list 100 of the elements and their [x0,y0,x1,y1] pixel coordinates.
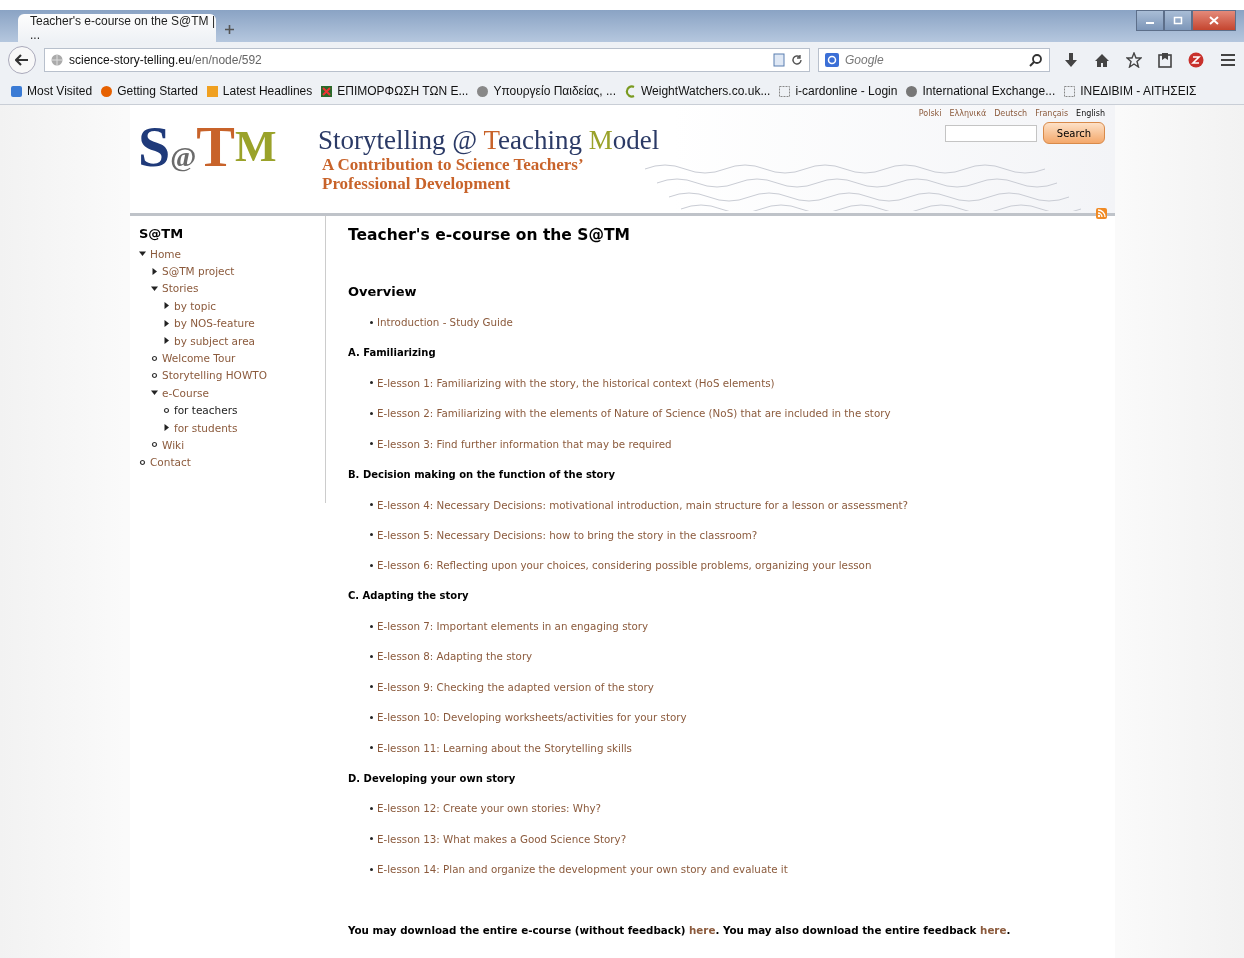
addon-icon[interactable] [1188,52,1204,68]
square-icon [10,84,23,98]
download-icon[interactable] [1064,52,1078,68]
lesson-link[interactable]: E-lesson 5: Necessary Decisions: how to bring the story in the classroom? [377,528,758,541]
circle-icon [100,84,114,98]
cross-icon [320,84,334,98]
crescent-icon [624,84,637,98]
lesson-link[interactable]: E-lesson 8: Adapting the story [377,650,533,663]
bullet-icon [151,371,158,379]
section-heading: D. Developing your own story [348,771,517,786]
nav-link[interactable]: Contact [150,456,191,469]
language-link[interactable]: English [1076,109,1105,118]
bookmark-item[interactable]: International Exchange... [905,84,1056,98]
lesson-link[interactable]: E-lesson 9: Checking the adapted version of the story [377,680,654,693]
star-icon[interactable] [1126,52,1142,68]
browser-tab[interactable]: Teacher's e-course on the S@TM | ... [18,14,216,42]
bookmarks-icon[interactable] [1158,52,1172,68]
lesson-link[interactable]: E-lesson 6: Reflecting upon your choices, considering possible problems, organizing your lesson [377,559,872,572]
nav-link[interactable]: e-Course [162,386,209,399]
close-icon [1209,16,1219,25]
site-logo[interactable]: S@TM [138,117,300,177]
language-link[interactable]: Polski [918,109,942,118]
bookmark-item[interactable]: Latest Headlines [205,84,313,98]
bullet-icon [163,406,170,414]
nav-link[interactable]: Wiki [162,439,185,451]
dashed-square-icon [778,84,792,98]
nav-link[interactable]: Home [150,247,181,260]
lesson-link[interactable]: E-lesson 7: Important elements in an engaging story [377,620,649,633]
maximize-button[interactable] [1164,10,1192,31]
url-text: science-story-telling.eu/en/node/592 [69,53,262,67]
caret-right-icon[interactable] [163,302,170,310]
nav-link[interactable]: S@TM project [162,265,235,278]
bookmark-item[interactable]: Most Visited [10,84,93,98]
caret-right-icon[interactable] [163,424,170,432]
language-link[interactable]: Ελληνικά [949,109,987,118]
circle-icon [476,84,490,98]
nav-link[interactable]: for students [174,421,238,434]
site-subtitle: Professional Development [321,174,512,193]
nav-link[interactable]: by topic [174,299,217,312]
minimize-button[interactable] [1136,10,1164,31]
language-link[interactable]: Deutsch [994,109,1028,118]
nav-link[interactable]: by subject area [174,334,256,347]
circle-icon [905,84,919,98]
lesson-link[interactable]: E-lesson 1: Familiarizing with the story, the historical context (HoS elements) [377,376,775,389]
menu-icon[interactable] [1220,53,1236,67]
sidebar-title: S@TM [139,226,185,241]
bookmark-item[interactable]: ΙΝΕΔΙΒΙΜ - ΑΙΤΗΣΕΙΣ [1063,84,1197,98]
bookmark-item[interactable]: ΕΠΙΜΟΡΦΩΣΗ ΤΩΝ Ε... [320,84,469,98]
maximize-icon [1173,16,1183,25]
lesson-link[interactable]: E-lesson 14: Plan and organize the development your own story and evaluate it [377,863,788,876]
caret-down-icon[interactable] [151,284,158,292]
reload-icon[interactable] [791,54,803,66]
bullet-icon [151,441,158,449]
download-link[interactable]: here [689,924,716,937]
google-icon [825,53,839,67]
search-button[interactable]: Search [1043,122,1105,144]
nav-link[interactable]: Stories [162,282,199,295]
nav-link[interactable]: Storytelling HOWTO [162,369,267,382]
lesson-link[interactable]: Introduction - Study Guide [377,316,513,329]
page-title: Teacher's e-course on the S@TM [348,226,631,244]
nav-link[interactable]: by NOS-feature [174,317,255,330]
bullet-icon [151,354,158,362]
dashed-square-icon [1063,84,1077,98]
lesson-link[interactable]: E-lesson 3: Find further information that may be required [377,437,672,450]
nav-link[interactable]: for teachers [174,404,238,417]
back-arrow-icon [15,54,29,66]
bookmark-item[interactable]: i-cardonline - Login [778,84,898,98]
lesson-link[interactable]: E-lesson 10: Developing worksheets/activities for your story [377,711,687,724]
home-icon[interactable] [1094,52,1110,68]
lesson-link[interactable]: E-lesson 11: Learning about the Storytelling skills [377,741,632,754]
close-button[interactable] [1192,10,1236,31]
lesson-link[interactable]: E-lesson 13: What makes a Good Science Story? [377,832,627,845]
language-link[interactable]: Français [1035,109,1069,118]
bookmark-item[interactable]: WeightWatchers.co.uk... [624,84,771,98]
search-icon[interactable] [1029,53,1043,67]
address-bar[interactable]: science-story-telling.eu/en/node/592 [44,48,810,72]
section-heading: C. Adapting the story [348,589,470,604]
lesson-link[interactable]: E-lesson 4: Necessary Decisions: motivational introduction, main structure for a lesson or assessment? [377,498,909,511]
plus-icon[interactable] [224,23,235,35]
square-icon [205,84,219,98]
site-title: Storytelling @ Teaching Model [318,125,660,155]
nav-link[interactable]: Welcome Tour [162,352,236,365]
search-placeholder: Google [845,53,884,67]
lesson-link[interactable]: E-lesson 12: Create your own stories: Why? [377,802,602,815]
caret-right-icon[interactable] [163,337,170,345]
caret-right-icon[interactable] [163,319,170,327]
download-link[interactable]: here [980,924,1007,937]
search-field[interactable]: Google [818,48,1050,72]
download-note: You may download the entire e-course (without feedback) here. You may also download the entire feedback here. [348,924,1011,937]
site-search-field[interactable] [945,124,1037,142]
bookmark-item[interactable]: Getting Started [100,84,198,98]
site-subtitle: A Contribution to Science Teachers’ [321,155,585,174]
lesson-link[interactable]: E-lesson 2: Familiarizing with the elements of Nature of Science (NoS) that are included in the story [377,407,891,420]
back-button[interactable] [8,46,36,74]
section-title: Overview [348,284,418,299]
bookmark-item[interactable]: Υπουργείο Παιδείας, ... [476,84,616,98]
section-heading: A. Familiarizing [348,346,437,361]
caret-right-icon[interactable] [151,267,158,275]
caret-down-icon[interactable] [151,389,158,397]
caret-down-icon[interactable] [139,250,146,258]
